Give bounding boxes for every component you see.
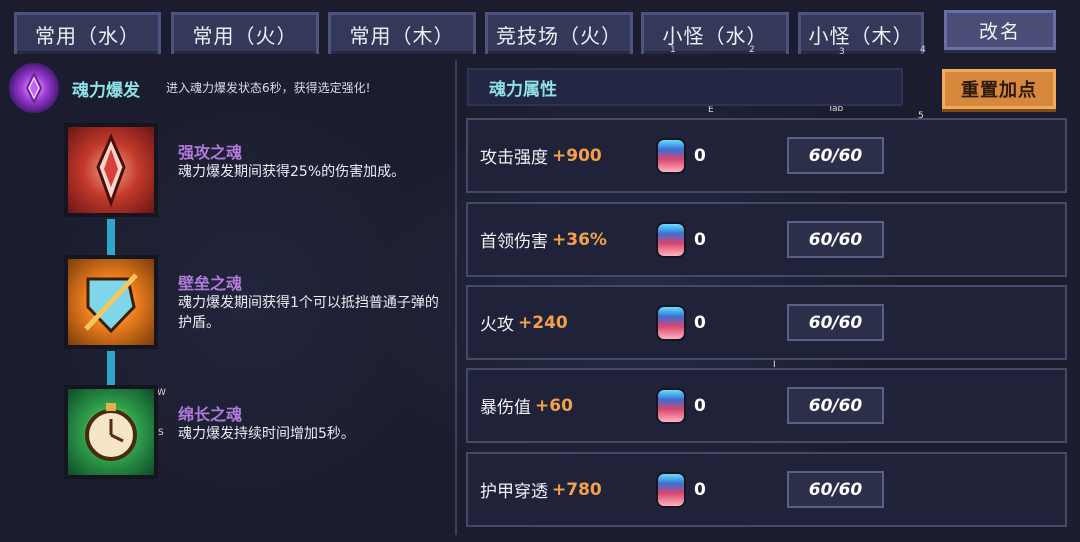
attribute-name: 护甲穿透 bbox=[480, 482, 548, 502]
attribute-row[interactable]: 火攻 +240 0 60/60 bbox=[466, 285, 1067, 360]
tab-arena-fire[interactable]: 竞技场（火） bbox=[485, 12, 633, 54]
soul-name-attack: 强攻之魂 bbox=[178, 143, 243, 162]
attribute-name: 首领伤害 bbox=[480, 232, 548, 252]
shield-soul-icon[interactable] bbox=[64, 255, 158, 349]
gem-count: 0 bbox=[694, 480, 706, 500]
attribute-level-box[interactable]: 60/60 bbox=[787, 304, 884, 341]
attribute-row[interactable]: 护甲穿透 +780 0 60/60 bbox=[466, 452, 1067, 527]
soul-gem-icon bbox=[656, 305, 686, 341]
attribute-level-box[interactable]: 60/60 bbox=[787, 387, 884, 424]
gem-count: 0 bbox=[694, 146, 706, 166]
soul-attributes-header: 魂力属性 bbox=[467, 68, 903, 106]
key-hint-w: W bbox=[157, 388, 166, 398]
panel-divider bbox=[455, 60, 457, 535]
gem-count: 0 bbox=[694, 230, 706, 250]
soul-burst-title: 魂力爆发 bbox=[72, 81, 140, 101]
soul-gem-icon bbox=[656, 222, 686, 258]
attribute-name: 暴伤值 bbox=[480, 398, 531, 418]
key-hint-3: 3 bbox=[839, 47, 845, 57]
soul-gem-icon bbox=[656, 472, 686, 508]
tab-common-fire[interactable]: 常用（火） bbox=[171, 12, 319, 54]
soul-name-duration: 绵长之魂 bbox=[178, 405, 243, 424]
soul-gem-icon bbox=[656, 138, 686, 174]
gem-count: 0 bbox=[694, 396, 706, 416]
attack-soul-icon[interactable] bbox=[64, 123, 158, 217]
reset-points-button[interactable]: 重置加点 bbox=[942, 69, 1056, 109]
attribute-level-box[interactable]: 60/60 bbox=[787, 137, 884, 174]
crystal-icon bbox=[25, 73, 43, 103]
attribute-name: 火攻 bbox=[480, 315, 514, 335]
soul-gem-icon bbox=[656, 388, 686, 424]
clock-soul-icon[interactable] bbox=[64, 385, 158, 479]
tab-mob-wood[interactable]: 小怪（木） bbox=[798, 12, 924, 54]
attribute-label: 护甲穿透 +780 bbox=[480, 454, 602, 525]
soul-connector bbox=[107, 351, 115, 385]
attribute-level-box[interactable]: 60/60 bbox=[787, 471, 884, 508]
attribute-label: 暴伤值 +60 bbox=[480, 370, 573, 441]
attribute-row[interactable]: 首领伤害 +36% 0 60/60 bbox=[466, 202, 1067, 277]
attribute-row[interactable]: 攻击强度 +900 0 60/60 bbox=[466, 118, 1067, 193]
soul-burst-description: 进入魂力爆发状态6秒，获得选定强化! bbox=[166, 81, 371, 95]
soul-description-attack: 魂力爆发期间获得25%的伤害加成。 bbox=[178, 164, 406, 180]
attribute-bonus: +900 bbox=[552, 145, 602, 166]
key-hint-s: S bbox=[158, 428, 164, 438]
rename-button[interactable]: 改名 bbox=[944, 10, 1056, 50]
soul-description-duration: 魂力爆发持续时间增加5秒。 bbox=[178, 426, 355, 442]
attribute-bonus: +780 bbox=[552, 479, 602, 500]
soul-connector bbox=[107, 219, 115, 257]
tab-common-wood[interactable]: 常用（木） bbox=[328, 12, 476, 54]
attribute-label: 首领伤害 +36% bbox=[480, 204, 607, 275]
attribute-label: 攻击强度 +900 bbox=[480, 120, 602, 191]
soul-description-shield: 魂力爆发期间获得1个可以抵挡普通子弹的护盾。 bbox=[178, 295, 439, 331]
soul-burst-icon bbox=[9, 63, 59, 113]
key-hint-4: 4 bbox=[920, 45, 926, 55]
gem-count: 0 bbox=[694, 313, 706, 333]
key-hint-e: E bbox=[708, 105, 714, 115]
attribute-level-box[interactable]: 60/60 bbox=[787, 221, 884, 258]
tab-common-water[interactable]: 常用（水） bbox=[14, 12, 161, 54]
soul-name-shield: 壁垒之魂 bbox=[178, 274, 243, 293]
key-hint-1: 1 bbox=[670, 45, 676, 55]
tab-mob-water[interactable]: 小怪（水） bbox=[641, 12, 789, 54]
attribute-bonus: +60 bbox=[535, 395, 573, 416]
attribute-label: 火攻 +240 bbox=[480, 287, 568, 358]
attribute-bonus: +36% bbox=[552, 229, 607, 250]
attribute-bonus: +240 bbox=[518, 312, 568, 333]
key-hint-2: 2 bbox=[749, 45, 755, 55]
attribute-row[interactable]: 暴伤值 +60 0 60/60 bbox=[466, 368, 1067, 443]
attribute-name: 攻击强度 bbox=[480, 148, 548, 168]
